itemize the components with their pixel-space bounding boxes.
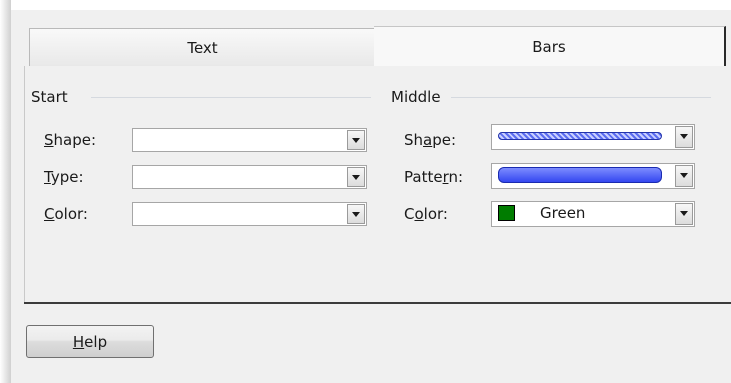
middle-color-select[interactable]: Green <box>491 201 695 227</box>
help-button-label: Help <box>72 332 108 351</box>
start-type-select[interactable] <box>132 165 367 189</box>
solid-blue-bar-swatch <box>498 167 662 183</box>
start-shape-label: Shape: <box>44 131 97 149</box>
middle-group-title: Middle <box>391 88 447 106</box>
chevron-down-icon[interactable] <box>347 204 365 224</box>
chevron-down-icon[interactable] <box>675 126 693 148</box>
middle-pattern-label: Pattern: <box>404 168 464 186</box>
panel-divider <box>24 302 731 304</box>
chevron-down-icon[interactable] <box>347 167 365 187</box>
chevron-down-icon[interactable] <box>675 203 693 225</box>
bar-styles-dialog: Text Bars Start Shape: Type: Color: Midd… <box>11 0 731 383</box>
tab-bars-label: Bars <box>532 38 566 56</box>
start-color-select[interactable] <box>132 202 367 226</box>
middle-color-label: Color: <box>404 205 448 223</box>
green-color-chip <box>498 205 515 221</box>
start-shape-select[interactable] <box>132 128 367 152</box>
tab-text-label: Text <box>187 39 218 57</box>
tab-text[interactable]: Text <box>29 28 376 67</box>
start-type-label: Type: <box>44 168 84 186</box>
chevron-down-icon[interactable] <box>675 165 693 187</box>
dialog-top-strip <box>11 0 731 10</box>
middle-shape-select[interactable] <box>491 124 695 150</box>
middle-shape-label: Shape: <box>404 131 457 149</box>
help-button[interactable]: Help <box>26 325 154 358</box>
middle-group-line <box>451 97 711 98</box>
start-group-line <box>91 97 371 98</box>
middle-color-value: Green <box>540 204 586 222</box>
start-color-label: Color: <box>44 205 88 223</box>
window-edge <box>0 0 11 383</box>
middle-pattern-select[interactable] <box>491 163 695 189</box>
start-group-title: Start <box>31 88 74 106</box>
thin-hatched-bar-swatch <box>498 132 662 140</box>
chevron-down-icon[interactable] <box>347 130 365 150</box>
tab-bars[interactable]: Bars <box>374 26 726 67</box>
